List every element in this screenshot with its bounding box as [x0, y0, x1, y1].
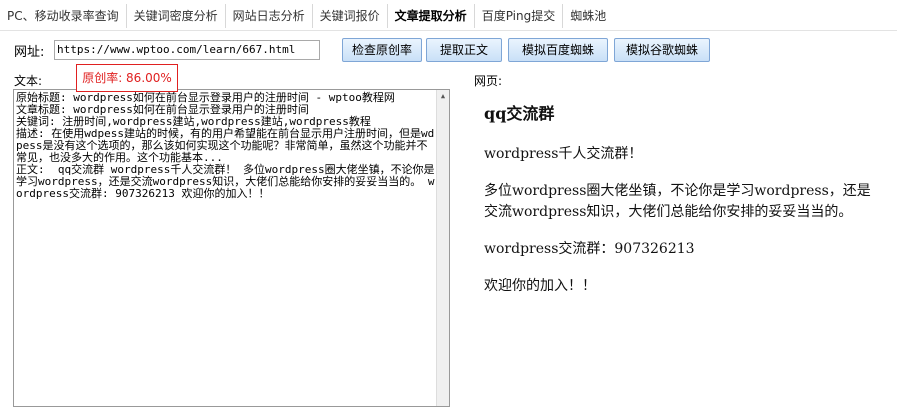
tab-article-extract[interactable]: 文章提取分析: [388, 4, 475, 28]
tab-divider: [0, 30, 897, 31]
text-label: 文本:: [14, 74, 43, 88]
scroll-up-icon[interactable]: ▲: [437, 90, 449, 102]
tab-index-rate[interactable]: PC、移动收录率查询: [0, 4, 127, 28]
originality-badge: 原创率: 86.00%: [76, 64, 178, 92]
url-label: 网址:: [14, 44, 45, 60]
preview-heading: qq交流群: [484, 104, 555, 123]
preview-paragraph: wordpress交流群：907326213: [484, 241, 695, 257]
extract-button[interactable]: 提取正文: [426, 38, 502, 62]
textarea-scrollbar[interactable]: ▲: [436, 90, 449, 406]
tab-baidu-ping[interactable]: 百度Ping提交: [475, 4, 564, 28]
preview-paragraph: 多位wordpress圈大佬坐镇，不论你是学习wordpress，还是交流wor…: [484, 183, 871, 220]
preview-paragraph: wordpress千人交流群！: [484, 146, 643, 162]
baidu-spider-button[interactable]: 模拟百度蜘蛛: [508, 38, 608, 62]
preview-paragraph: 欢迎你的加入！！: [484, 278, 596, 294]
tab-log-analysis[interactable]: 网站日志分析: [226, 4, 313, 28]
web-preview: qq交流群 wordpress千人交流群！ 多位wordpress圈大佬坐镇，不…: [484, 100, 884, 313]
tab-keyword-price[interactable]: 关键词报价: [313, 4, 388, 28]
web-label: 网页:: [474, 74, 503, 88]
tool-tabs: PC、移动收录率查询 关键词密度分析 网站日志分析 关键词报价 文章提取分析 百…: [0, 4, 613, 28]
body-line: 正文: qq交流群 wordpress千人交流群！ 多位wordpress圈大佬…: [16, 163, 435, 200]
text-output[interactable]: 原始标题: wordpress如何在前台显示登录用户的注册时间 - wptoo教…: [13, 89, 450, 407]
tab-keyword-density[interactable]: 关键词密度分析: [127, 4, 226, 28]
description-line: 描述: 在使用wdpess建站的时候，有的用户希望能在前台显示用户注册时间，但是…: [16, 127, 435, 164]
url-input[interactable]: https://www.wptoo.com/learn/667.html: [54, 40, 320, 60]
google-spider-button[interactable]: 模拟谷歌蜘蛛: [614, 38, 710, 62]
check-original-button[interactable]: 检查原创率: [342, 38, 422, 62]
url-row: 网址: https://www.wptoo.com/learn/667.html: [14, 38, 320, 62]
tab-spider-pool[interactable]: 蜘蛛池: [563, 4, 613, 28]
